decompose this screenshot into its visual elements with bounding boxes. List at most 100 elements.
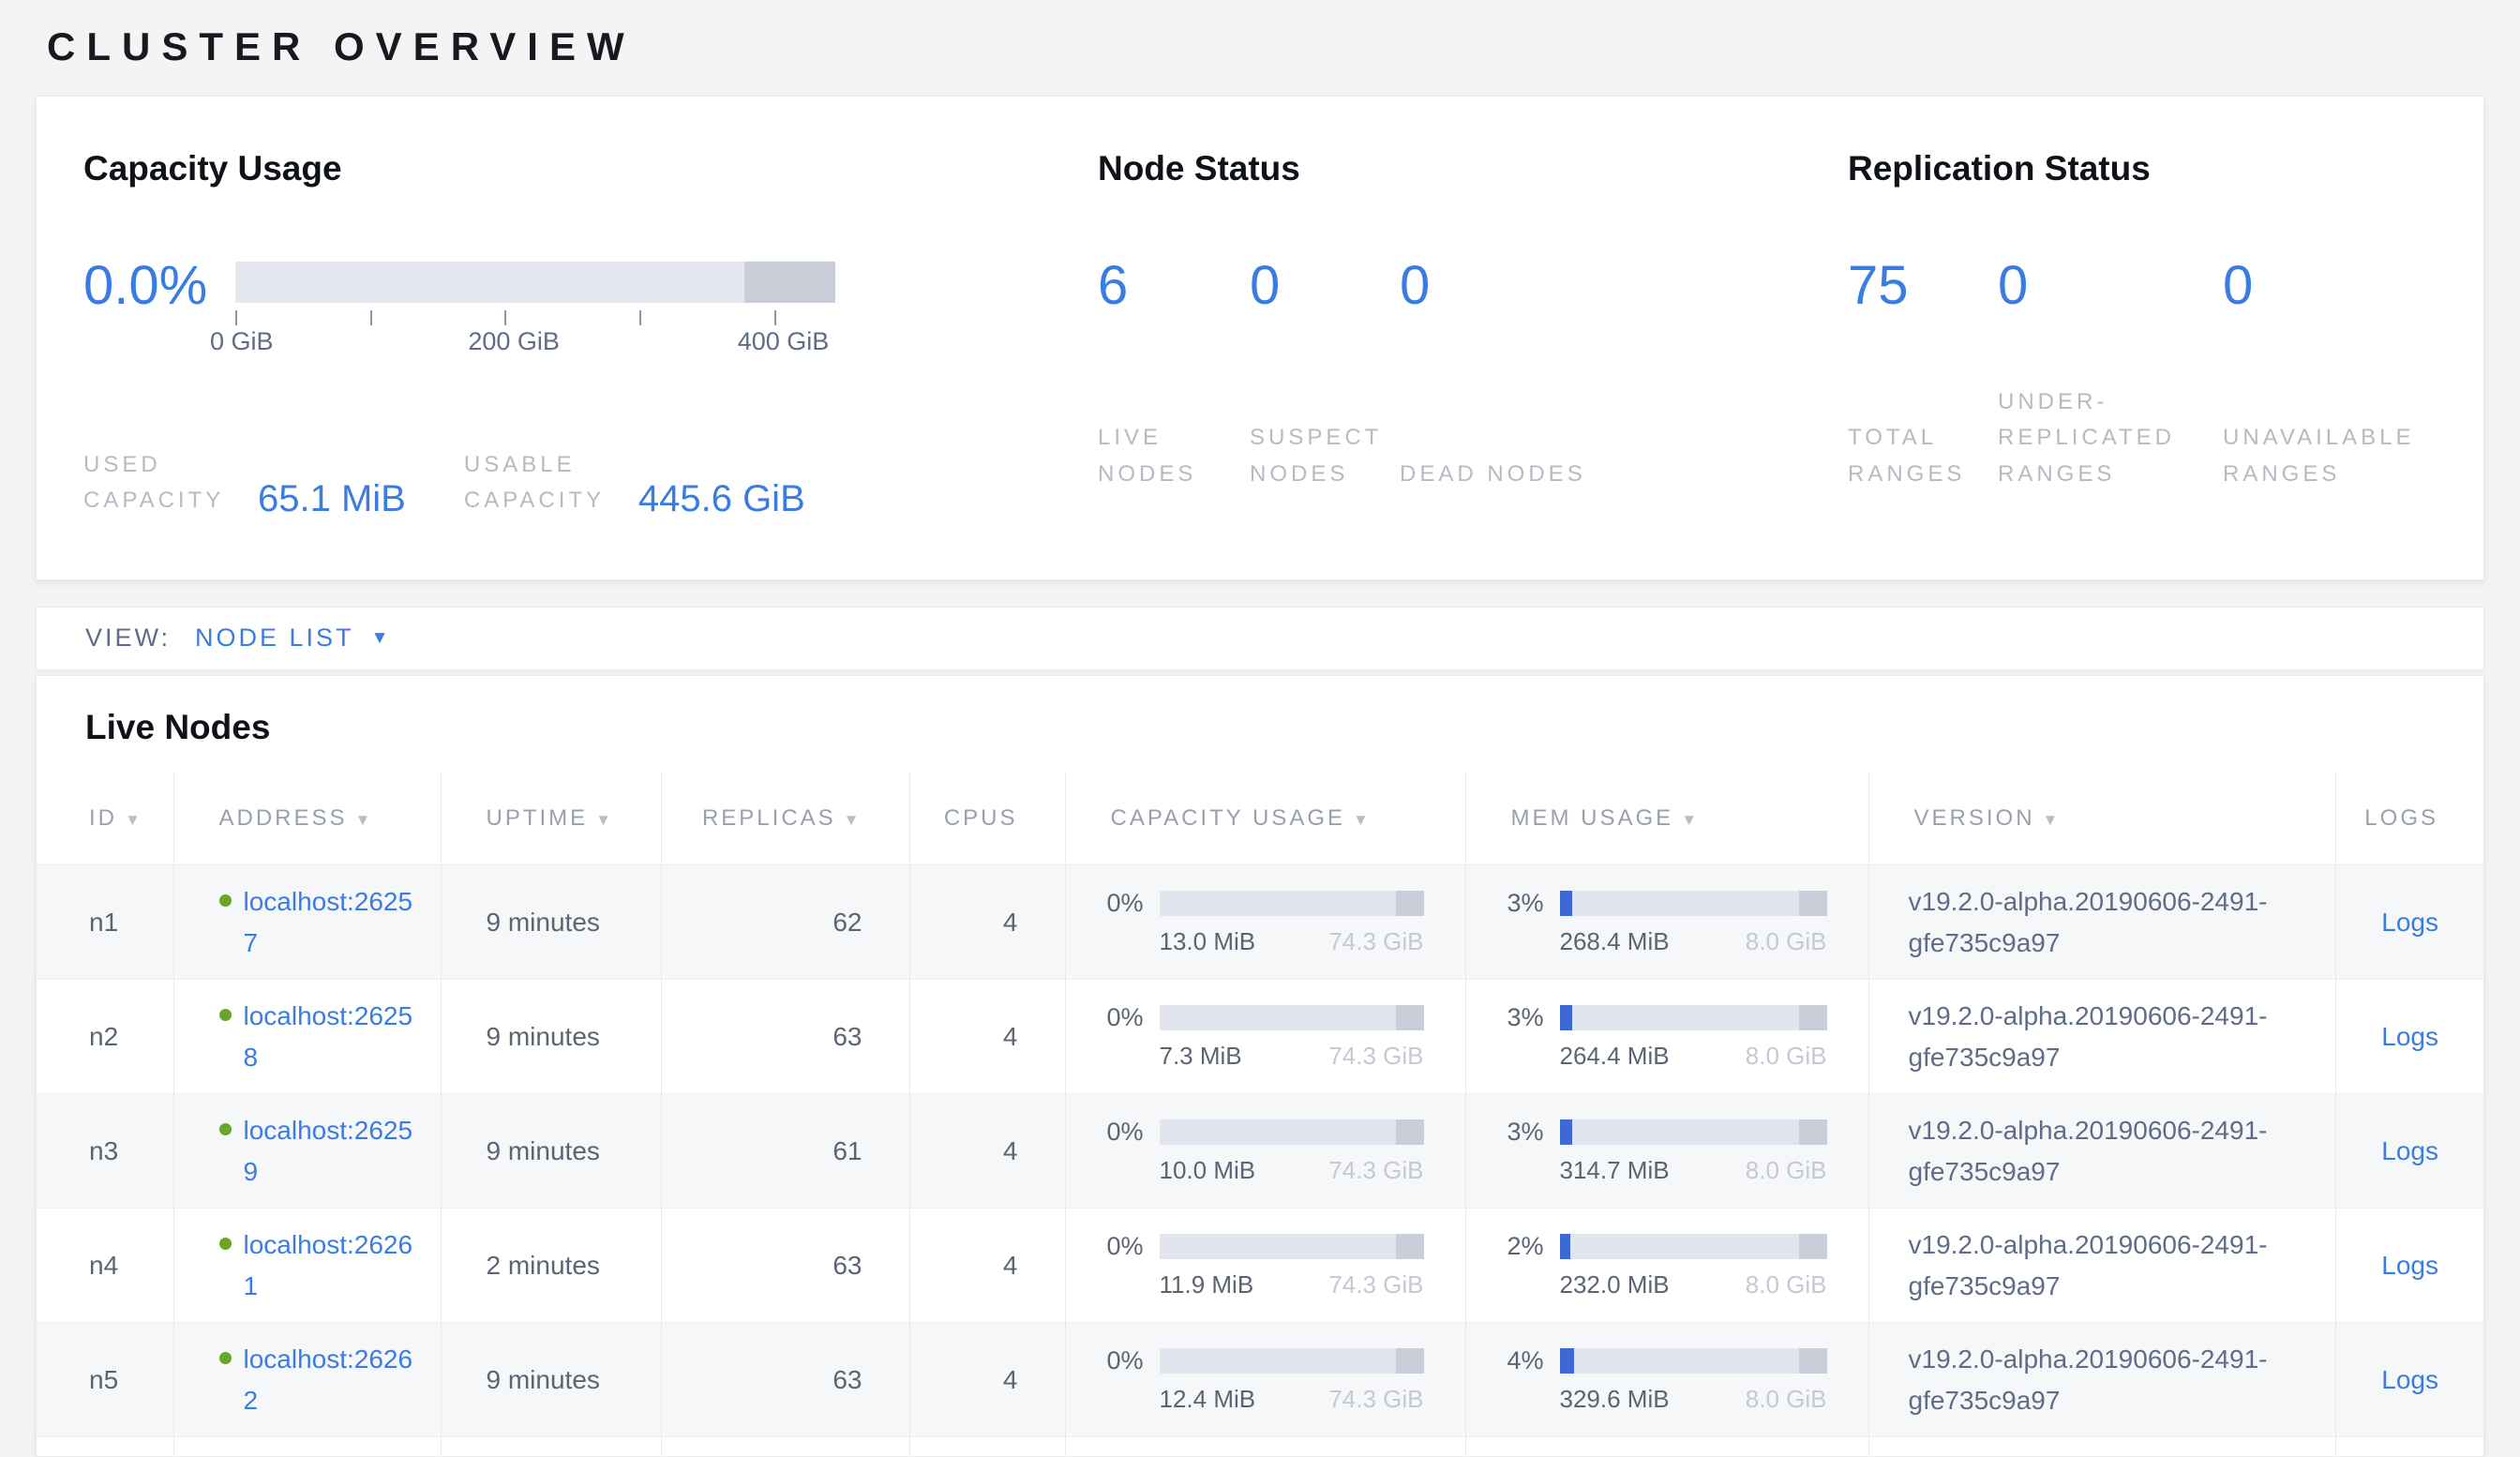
node-table-row: n3 localhost:26259 9 minutes 61 4 0% 10.	[37, 1094, 2484, 1209]
suspect-nodes-value: 0	[1250, 256, 1381, 323]
logs-link[interactable]: Logs	[2381, 1022, 2438, 1051]
replication-status-section: Replication Status 75 TOTAL RANGES 0 UND…	[1848, 136, 2467, 519]
under-replicated-ranges-value: 0	[1998, 256, 2204, 323]
live-nodes-title: Live Nodes	[37, 676, 2483, 772]
node-version-cell: v19.2.0-alpha.20190606-2491-gfe735c9a97	[1868, 980, 2335, 1094]
cluster-summary-card: Capacity Usage 0.0%	[36, 96, 2484, 580]
mem-used-value: 329.6 MiB	[1560, 1385, 1670, 1414]
logs-link[interactable]: Logs	[2381, 908, 2438, 937]
node-uptime-cell: 2 minutes	[441, 1209, 661, 1323]
live-nodes-stat: 6 LIVE NODES	[1098, 188, 1250, 492]
mem-percent: 3%	[1508, 889, 1560, 918]
node-logs-cell: Logs	[2335, 980, 2484, 1094]
node-cpus-cell: 4	[909, 1094, 1065, 1209]
capacity-total-value: 74.3 GiB	[1328, 1042, 1423, 1071]
node-mem-usage-cell: 4% 329.6 MiB 8.0 GiB	[1465, 1323, 1868, 1437]
capacity-total-value: 74.3 GiB	[1328, 1270, 1423, 1299]
mem-total-value: 8.0 GiB	[1746, 1385, 1827, 1414]
live-nodes-label: LIVE NODES	[1098, 420, 1231, 492]
sort-desc-icon	[844, 811, 862, 829]
column-header-mem-usage[interactable]: MEM USAGE	[1465, 772, 1868, 865]
capacity-total-value: 74.3 GiB	[1328, 1385, 1423, 1414]
capacity-meter-bar	[1160, 1005, 1424, 1030]
live-status-dot-icon	[219, 1238, 232, 1250]
node-version-cell: v19.2.0-alpha.20190606-2491-gfe735c9a97	[1868, 1323, 2335, 1437]
node-id-cell: n4	[37, 1209, 173, 1323]
dead-nodes-label: DEAD NODES	[1400, 457, 1586, 492]
column-header-logs: LOGS	[2335, 772, 2484, 865]
column-header-replicas[interactable]: REPLICAS	[661, 772, 909, 865]
mem-used-value: 264.4 MiB	[1560, 1042, 1670, 1071]
node-address-link[interactable]: localhost:26257	[244, 881, 418, 963]
view-selector-bar: VIEW: NODE LIST	[36, 607, 2484, 670]
unavailable-ranges-value: 0	[2223, 256, 2448, 323]
sort-desc-icon	[355, 811, 374, 829]
node-capacity-usage-cell: 0% 13.0 MiB 74.3 GiB	[1065, 865, 1465, 980]
sort-desc-icon	[1681, 811, 1700, 829]
used-capacity-label: USED CAPACITY	[83, 447, 245, 519]
node-uptime-cell: 9 minutes	[441, 865, 661, 980]
node-address-link[interactable]: localhost:26261	[244, 1224, 418, 1306]
capacity-bar-reserved-segment	[1396, 891, 1424, 916]
node-replicas-cell: 63	[661, 980, 909, 1094]
chevron-down-icon	[371, 628, 392, 649]
capacity-meter-bar	[1160, 1234, 1424, 1259]
view-dropdown[interactable]: NODE LIST	[195, 623, 391, 653]
used-capacity-value: 65.1 MiB	[258, 478, 406, 519]
axis-label-200gib: 200 GiB	[468, 327, 560, 356]
capacity-total-value: 74.3 GiB	[1328, 1156, 1423, 1185]
node-address-link[interactable]: localhost:26262	[244, 1339, 418, 1420]
usable-capacity-value: 445.6 GiB	[638, 478, 805, 519]
logs-link[interactable]: Logs	[2381, 1365, 2438, 1394]
mem-percent: 2%	[1508, 1232, 1560, 1261]
node-capacity-usage-cell: 0% 11.9 MiB 74.3 GiB	[1065, 1209, 1465, 1323]
total-ranges-value: 75	[1848, 256, 1979, 323]
suspect-nodes-stat: 0 SUSPECT NODES	[1250, 188, 1400, 492]
column-header-capacity-usage[interactable]: CAPACITY USAGE	[1065, 772, 1465, 865]
capacity-used-value: 10.0 MiB	[1160, 1156, 1256, 1185]
node-replicas-cell: 63	[661, 1209, 909, 1323]
mem-bar-reserved-segment	[1799, 891, 1827, 916]
mem-bar-fill	[1560, 1234, 1570, 1259]
column-header-address[interactable]: ADDRESS	[173, 772, 441, 865]
node-uptime-cell: 9 minutes	[441, 1094, 661, 1209]
logs-link[interactable]: Logs	[2381, 1251, 2438, 1280]
column-header-version[interactable]: VERSION	[1868, 772, 2335, 865]
dead-nodes-stat: 0 DEAD NODES	[1400, 188, 1606, 492]
capacity-percent: 0%	[1107, 1118, 1160, 1147]
node-version-cell: v19.2.0-alpha.20190606-2491-gfe735c9a97	[1868, 865, 2335, 980]
sort-desc-icon	[595, 811, 614, 829]
node-id-cell: n3	[37, 1094, 173, 1209]
capacity-usage-bar: 0 GiB 200 GiB 400 GiB	[235, 262, 835, 365]
node-address-cell: localhost:26258	[173, 980, 441, 1094]
mem-percent: 4%	[1508, 1346, 1560, 1375]
usable-capacity-label: USABLE CAPACITY	[464, 447, 625, 519]
capacity-percent: 0%	[1107, 1232, 1160, 1261]
capacity-used-value: 7.3 MiB	[1160, 1042, 1242, 1071]
table-header-row: ID ADDRESS UPTIME REPLICAS CPUS CAPACITY…	[37, 772, 2484, 865]
node-replicas-cell: 62	[661, 865, 909, 980]
column-header-id[interactable]: ID	[37, 772, 173, 865]
node-logs-cell: Logs	[2335, 1323, 2484, 1437]
mem-meter-bar	[1560, 1005, 1827, 1030]
node-status-title: Node Status	[1098, 149, 1848, 188]
node-replicas-cell: 63	[661, 1323, 909, 1437]
mem-percent: 3%	[1508, 1118, 1560, 1147]
logs-link[interactable]: Logs	[2381, 1136, 2438, 1165]
capacity-percent: 0%	[1107, 889, 1160, 918]
used-capacity-stat: USED CAPACITY 65.1 MiB	[83, 447, 406, 519]
column-header-cpus[interactable]: CPUS	[909, 772, 1065, 865]
node-address-link[interactable]: localhost:26258	[244, 996, 418, 1077]
node-id-cell: n2	[37, 980, 173, 1094]
live-nodes-table: ID ADDRESS UPTIME REPLICAS CPUS CAPACITY…	[37, 772, 2484, 1457]
sort-desc-icon	[2043, 811, 2062, 829]
mem-total-value: 8.0 GiB	[1746, 1270, 1827, 1299]
capacity-axis-ticks	[235, 303, 835, 327]
column-header-uptime[interactable]: UPTIME	[441, 772, 661, 865]
node-address-link[interactable]: localhost:26259	[244, 1110, 418, 1192]
page-title: CLUSTER OVERVIEW	[36, 0, 2484, 96]
mem-used-value: 314.7 MiB	[1560, 1156, 1670, 1185]
mem-bar-reserved-segment	[1799, 1119, 1827, 1145]
capacity-meter-bar	[1160, 1348, 1424, 1374]
mem-bar-reserved-segment	[1799, 1234, 1827, 1259]
